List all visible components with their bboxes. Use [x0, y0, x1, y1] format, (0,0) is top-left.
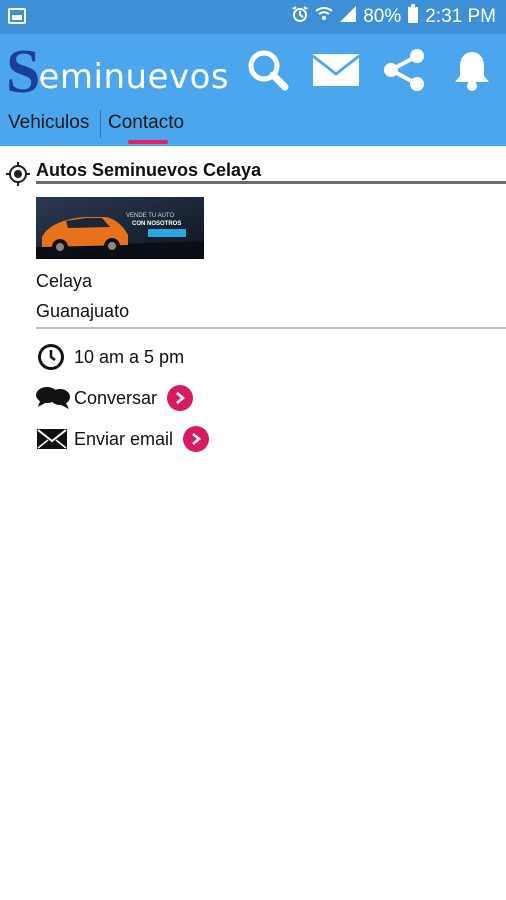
tab-vehiculos[interactable]: Vehiculos [8, 112, 89, 134]
email-arrow-button[interactable] [183, 426, 210, 452]
tab-bar: Vehiculos Contacto [0, 106, 506, 146]
hours-row: 10 am a 5 pm [36, 340, 184, 374]
chevron-right-icon [176, 392, 186, 404]
logo-text: eminuevos [38, 57, 230, 97]
app-logo: S eminuevos [6, 38, 230, 106]
gallery-notification-icon [8, 8, 26, 24]
share-icon [384, 49, 424, 91]
banner-text-2: CON NOSOTROS [132, 221, 181, 227]
bell-icon [455, 52, 489, 91]
messages-button[interactable] [312, 46, 360, 94]
dealer-city: Celaya [36, 271, 93, 291]
clock-time: 2:31 PM [425, 6, 496, 27]
banner-text-1: VENDE TU AUTO [126, 213, 174, 219]
share-button[interactable] [380, 46, 428, 94]
status-right: 80% 2:31 PM [291, 4, 496, 30]
tab-divider [100, 110, 101, 138]
email-row[interactable]: Enviar email [36, 422, 210, 456]
tab-selected-indicator [128, 140, 168, 144]
email-label: Enviar email [74, 428, 174, 449]
app-bar: S eminuevos Vehiculos Contacto [0, 34, 506, 146]
chevron-right-icon [192, 433, 202, 445]
address-divider [36, 327, 506, 329]
wifi-icon [315, 5, 333, 29]
chat-label: Conversar [74, 387, 158, 408]
chat-row[interactable]: Conversar [36, 381, 194, 415]
header-divider [36, 181, 506, 184]
notifications-button[interactable] [448, 46, 496, 94]
alarm-icon [291, 5, 309, 29]
battery-icon [407, 4, 419, 30]
business-hours: 10 am a 5 pm [74, 346, 185, 367]
envelope-icon [37, 429, 67, 449]
logo-initial: S [6, 38, 41, 106]
chat-arrow-button[interactable] [167, 385, 194, 411]
app-actions [244, 42, 496, 98]
location-target-icon [6, 162, 30, 186]
dealer-name: Autos Seminuevos Celaya [36, 160, 262, 180]
clock-icon [38, 344, 64, 370]
mail-icon [312, 54, 360, 86]
search-icon [248, 50, 289, 91]
signal-icon [339, 5, 357, 29]
dealer-state: Guanajuato [36, 301, 130, 321]
tab-contacto[interactable]: Contacto [108, 112, 184, 134]
status-bar: 80% 2:31 PM [0, 0, 506, 34]
chat-bubbles-icon [36, 387, 70, 409]
search-button[interactable] [244, 46, 292, 94]
dealer-banner-image[interactable]: VENDE TU AUTO CON NOSOTROS [36, 197, 204, 259]
battery-percent: 80% [363, 6, 402, 27]
